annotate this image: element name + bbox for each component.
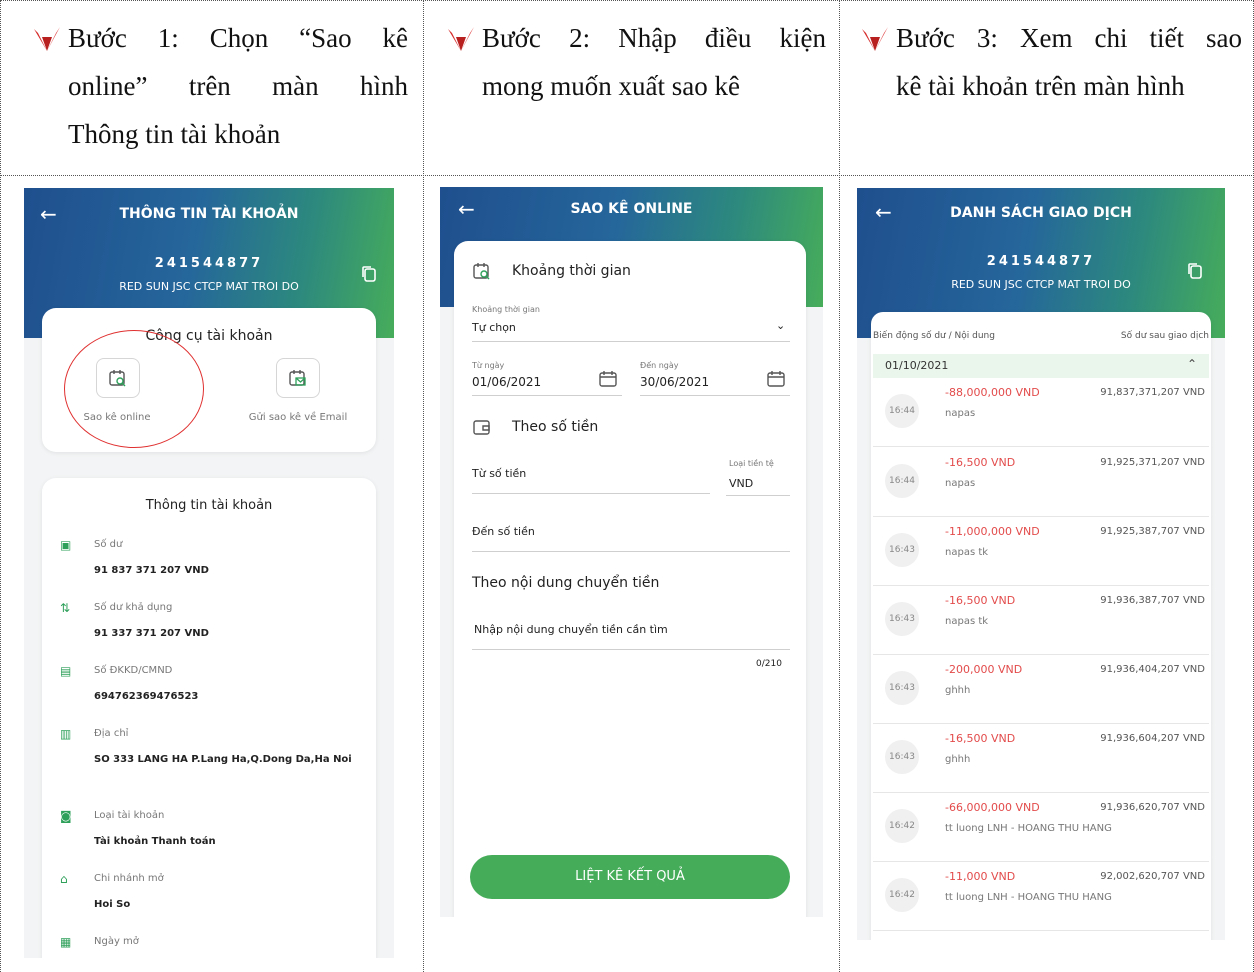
from-date-input[interactable]: 01/06/2021 — [472, 375, 541, 389]
step-3-text: Bước 3: Xem chi tiết sao kê tài khoản tr… — [858, 14, 1242, 110]
screen-title: THÔNG TIN TÀI KHOẢN — [119, 206, 299, 222]
transaction-row[interactable]: 16:44 -16,500 VND 91,925,371,207 VND nap… — [873, 448, 1209, 517]
money-icon: ▣ — [60, 538, 72, 552]
from-amount-underline — [472, 493, 710, 494]
chevron-up-icon[interactable]: ⌃ — [1187, 357, 1197, 371]
currency-underline — [726, 495, 790, 496]
to-amount-underline — [472, 551, 790, 552]
step-1-line-1: Bước 1: Chọn “Sao kê — [68, 23, 408, 53]
section-amount: Theo số tiền — [472, 417, 598, 437]
table-border-row — [0, 175, 1254, 176]
transaction-row[interactable]: 16:43 -200,000 VND 91,936,404,207 VND gh… — [873, 655, 1209, 724]
currency-select[interactable]: VND — [729, 477, 753, 490]
table-border-left — [0, 0, 1, 972]
from-date-label: Từ ngày — [472, 361, 505, 370]
transaction-row[interactable]: 16:43 -16,500 VND 91,936,387,707 VND nap… — [873, 586, 1209, 655]
table-border-top — [0, 0, 1254, 1]
table-border-col2 — [839, 0, 840, 972]
calendar-icon[interactable] — [598, 369, 618, 389]
screen-title: DANH SÁCH GIAO DỊCH — [950, 205, 1132, 221]
section-time-range: Khoảng thời gian — [472, 261, 631, 281]
highlight-circle — [64, 330, 204, 448]
screen-online-statement: ← SAO KÊ ONLINE Khoảng thời gian Khoảng … — [440, 187, 823, 917]
account-info-card: Thông tin tài khoản ▣ Số dư 91 837 371 2… — [42, 478, 376, 958]
to-date-underline — [640, 395, 790, 396]
wallet-icon: ◙ — [60, 809, 72, 823]
list-results-button[interactable]: LIỆT KÊ KẾT QUẢ — [470, 855, 790, 899]
step-1-text: Bước 1: Chọn “Sao kê online” trên màn hì… — [30, 14, 408, 158]
transaction-row[interactable]: 16:43 -16,500 VND 91,936,604,207 VND ghh… — [873, 724, 1209, 793]
filter-card: Khoảng thời gian Khoảng thời gian Tự chọ… — [454, 241, 806, 917]
step-3-line-2: kê tài khoản trên màn hình — [896, 71, 1185, 101]
from-date-underline — [472, 395, 622, 396]
account-name: RED SUN JSC CTCP MAT TROI DO — [119, 280, 299, 293]
period-label: Khoảng thời gian — [472, 305, 540, 314]
copy-icon[interactable] — [1187, 262, 1203, 280]
bank-icon: ⌂ — [60, 872, 68, 886]
info-title: Thông tin tài khoản — [145, 498, 273, 513]
transaction-row[interactable]: 16:42 -11,000 VND 92,002,620,707 VND tt … — [873, 862, 1209, 931]
email-statement-label[interactable]: Gửi sao kê về Email — [232, 412, 364, 423]
transaction-row[interactable]: 16:42 -66,000,000 VND 91,936,620,707 VND… — [873, 793, 1209, 862]
account-name: RED SUN JSC CTCP MAT TROI DO — [951, 278, 1131, 291]
building-icon: ▥ — [60, 727, 72, 741]
calendar-search-icon — [473, 263, 490, 280]
account-number: 241544877 — [986, 254, 1096, 269]
screen-title: SAO KÊ ONLINE — [570, 201, 693, 217]
char-counter: 0/210 — [756, 659, 782, 669]
transaction-row[interactable]: 16:43 -11,000,000 VND 91,925,387,707 VND… — [873, 517, 1209, 586]
screen-transaction-list: ← DANH SÁCH GIAO DỊCH 241544877 RED SUN … — [857, 188, 1225, 940]
calendar-icon[interactable] — [766, 369, 786, 389]
to-date-label: Đến ngày — [640, 361, 679, 370]
step-2-line-1: Bước 2: Nhập điều kiện — [482, 23, 826, 53]
content-underline — [472, 649, 790, 650]
column-header-balance: Số dư sau giao dịch — [1120, 331, 1209, 341]
account-number: 241544877 — [154, 256, 264, 271]
period-select[interactable]: Tự chọn — [472, 321, 516, 334]
copy-icon[interactable] — [361, 265, 377, 283]
step-1-line-2: online” trên màn hình — [68, 71, 408, 101]
table-border-col1 — [423, 0, 424, 972]
period-underline — [472, 341, 790, 342]
wallet-icon — [473, 420, 490, 435]
transaction-row[interactable]: 16:44 -88,000,000 VND 91,837,371,207 VND… — [873, 378, 1209, 447]
screen-account-info: ← THÔNG TIN TÀI KHOẢN 241544877 RED SUN … — [24, 188, 394, 958]
step-2-text: Bước 2: Nhập điều kiện mong muốn xuất sa… — [444, 14, 826, 110]
arrow-bullet-icon — [862, 27, 888, 51]
currency-label: Loại tiền tệ — [729, 459, 774, 468]
step-3-line-1: Bước 3: Xem chi tiết sao — [896, 23, 1242, 53]
calendar-mail-icon — [289, 370, 306, 386]
email-statement-button[interactable] — [276, 358, 320, 398]
date-group-header[interactable]: 01/10/2021 ⌃ — [873, 354, 1209, 378]
step-1-line-3: Thông tin tài khoản — [68, 119, 281, 149]
arrow-bullet-icon — [34, 27, 60, 51]
content-input[interactable]: Nhập nội dung chuyển tiền cần tìm — [474, 623, 668, 636]
id-card-icon: ▤ — [60, 664, 72, 678]
arrow-bullet-icon — [448, 27, 474, 51]
chevron-down-icon[interactable]: ⌄ — [776, 319, 785, 332]
step-2-line-2: mong muốn xuất sao kê — [482, 71, 740, 101]
calendar-icon: ▦ — [60, 935, 72, 949]
transfer-arrows-icon: ⇅ — [60, 601, 71, 615]
to-date-input[interactable]: 30/06/2021 — [640, 375, 709, 389]
from-amount-input[interactable]: Từ số tiền — [472, 467, 526, 480]
to-amount-input[interactable]: Đến số tiền — [472, 525, 535, 538]
column-header-change: Biến động số dư / Nội dung — [873, 331, 995, 341]
section-transfer-content: Theo nội dung chuyển tiền — [472, 575, 660, 591]
